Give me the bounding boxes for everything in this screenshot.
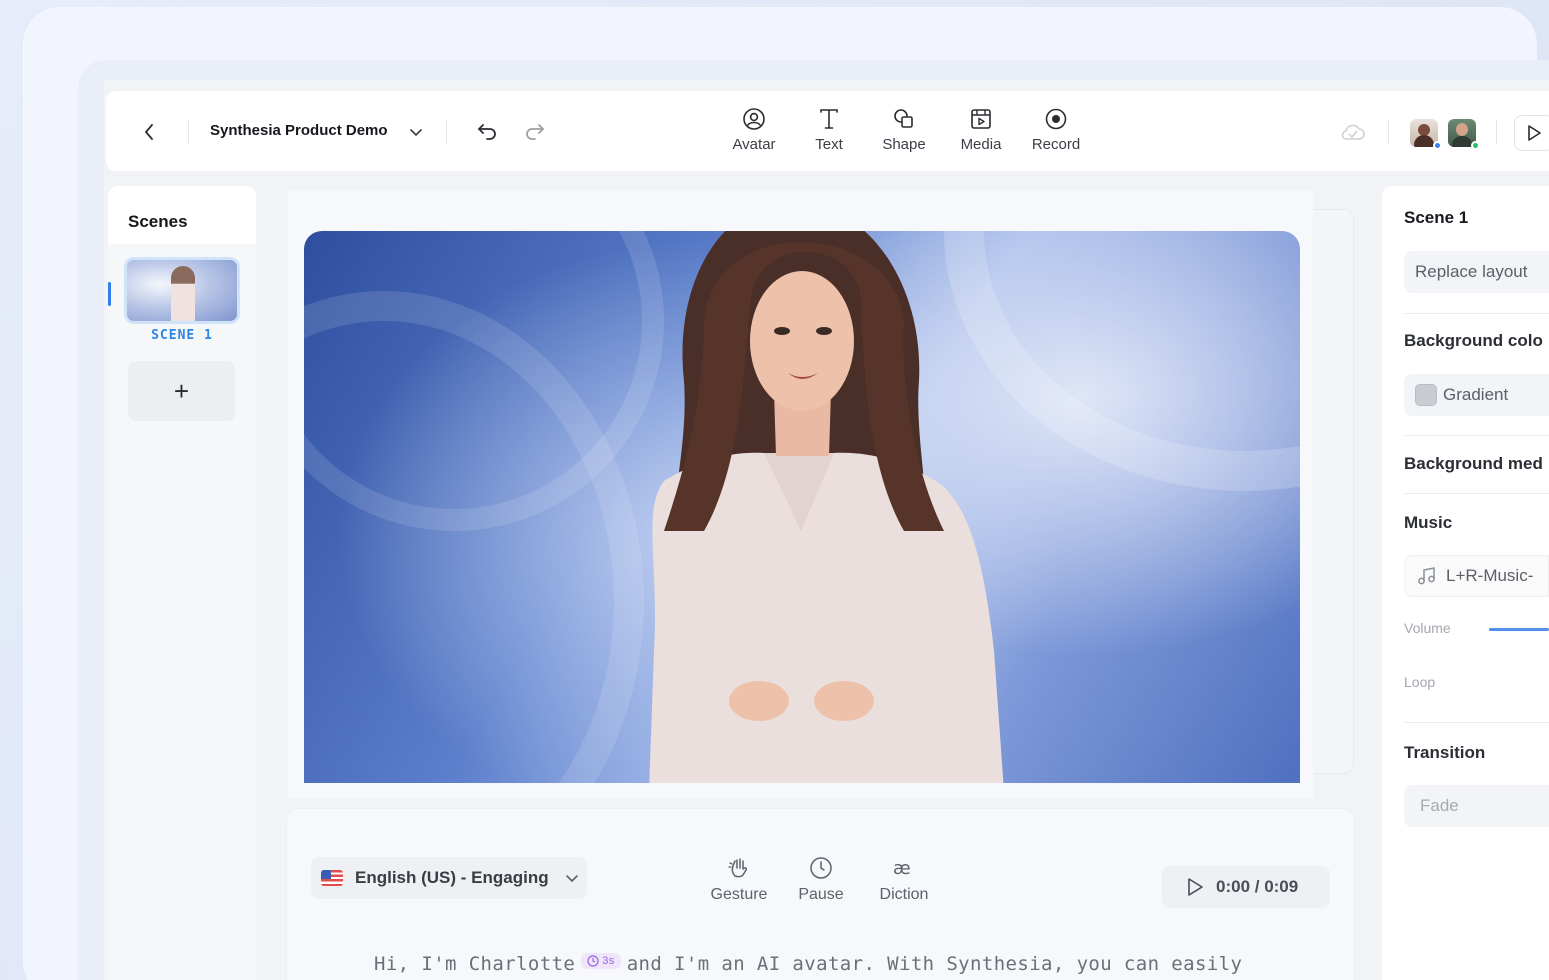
script-text[interactable]: Hi, I'm Charlotte 3s and I'm an AI avatar.… xyxy=(374,953,1242,975)
avatar-icon xyxy=(743,108,765,130)
script-text-segment: Hi, I'm Charlotte xyxy=(374,953,576,975)
undo-button[interactable] xyxy=(474,118,500,144)
scene-label[interactable]: SCENE 1 xyxy=(124,328,240,343)
script-text-segment: and I'm an AI avatar. With Synthesia, yo… xyxy=(626,953,1243,975)
voice-language-value: English (US) - Engaging xyxy=(355,868,549,887)
divider xyxy=(1496,120,1497,144)
music-track-select[interactable]: L+R-Music- xyxy=(1404,555,1549,597)
clock-icon xyxy=(587,955,599,967)
avatar-tool-button[interactable]: Avatar xyxy=(728,106,780,158)
diction-icon: æ xyxy=(893,858,911,879)
diction-button[interactable]: æ Diction xyxy=(873,855,935,904)
avatar-tool-label: Avatar xyxy=(732,136,776,153)
play-icon xyxy=(1528,125,1541,141)
shape-tool-label: Shape xyxy=(882,136,926,153)
pause-duration: 3s xyxy=(602,955,615,967)
divider xyxy=(1404,722,1549,723)
gesture-icon xyxy=(728,858,747,878)
divider xyxy=(1388,120,1389,144)
play-icon xyxy=(1188,878,1203,896)
clock-icon xyxy=(810,857,832,879)
gesture-label: Gesture xyxy=(710,886,768,903)
record-icon xyxy=(1045,108,1067,130)
preview-play-button[interactable] xyxy=(1514,115,1549,151)
transition-select[interactable]: Fade xyxy=(1404,785,1549,827)
redo-button[interactable] xyxy=(522,118,548,144)
add-scene-button[interactable]: + xyxy=(128,361,235,421)
shape-icon xyxy=(894,109,913,128)
text-icon xyxy=(820,109,838,129)
svg-text:æ: æ xyxy=(893,858,911,879)
play-preview-button[interactable]: 0:00 / 0:09 xyxy=(1162,866,1330,908)
shape-tool-button[interactable]: Shape xyxy=(878,106,930,158)
replace-layout-button[interactable]: Replace layout xyxy=(1404,251,1549,293)
online-status-dot xyxy=(1433,141,1442,150)
redo-icon xyxy=(526,124,544,140)
playback-time: 0:00 / 0:09 xyxy=(1216,877,1299,896)
project-title[interactable]: Synthesia Product Demo xyxy=(210,122,388,139)
music-note-icon xyxy=(1418,567,1435,585)
online-status-dot xyxy=(1471,141,1480,150)
divider xyxy=(1404,313,1549,314)
active-scene-indicator xyxy=(108,282,111,306)
gesture-button[interactable]: Gesture xyxy=(706,855,772,904)
media-icon xyxy=(971,109,991,129)
chevron-down-icon xyxy=(565,875,578,883)
volume-label: Volume xyxy=(1404,620,1451,636)
record-tool-button[interactable]: Record xyxy=(1028,106,1084,158)
chevron-down-icon xyxy=(410,129,422,137)
background-color-value: Gradient xyxy=(1443,385,1509,404)
undo-icon xyxy=(478,124,496,140)
diction-label: Diction xyxy=(879,886,929,903)
music-track-name: L+R-Music- xyxy=(1446,566,1534,585)
collaborator-avatar[interactable] xyxy=(1410,119,1442,150)
pause-chip[interactable]: 3s xyxy=(581,953,621,969)
pause-button[interactable]: Pause xyxy=(794,855,848,904)
voice-language-select[interactable]: English (US) - Engaging xyxy=(311,857,587,899)
media-tool-button[interactable]: Media xyxy=(956,106,1006,158)
background-media-heading: Background med xyxy=(1404,454,1543,473)
media-tool-label: Media xyxy=(960,136,1002,153)
text-tool-button[interactable]: Text xyxy=(809,106,849,158)
text-tool-label: Text xyxy=(815,136,843,153)
scene-properties-title: Scene 1 xyxy=(1404,208,1469,227)
divider xyxy=(188,120,189,144)
scene-thumbnail[interactable] xyxy=(124,257,240,324)
back-button[interactable] xyxy=(136,117,162,147)
transition-heading: Transition xyxy=(1404,743,1486,762)
collaborator-avatar[interactable] xyxy=(1448,119,1480,150)
record-tool-label: Record xyxy=(1031,136,1081,153)
project-menu-button[interactable] xyxy=(406,122,426,142)
background-color-heading: Background colo xyxy=(1404,331,1543,350)
avatar-video-preview[interactable] xyxy=(304,231,1300,783)
volume-slider[interactable] xyxy=(1489,628,1549,631)
sync-cloud-icon xyxy=(1340,121,1366,143)
color-swatch xyxy=(1415,384,1437,406)
music-heading: Music xyxy=(1404,513,1453,532)
pause-label: Pause xyxy=(798,886,844,903)
divider xyxy=(1404,493,1549,494)
chevron-left-icon xyxy=(145,124,153,140)
presenter-avatar xyxy=(649,231,1004,783)
divider xyxy=(1404,435,1549,436)
us-flag-icon xyxy=(321,870,343,886)
divider xyxy=(446,120,447,144)
background-color-select[interactable]: Gradient xyxy=(1404,374,1549,416)
loop-label: Loop xyxy=(1404,674,1436,690)
scenes-title: Scenes xyxy=(128,212,188,231)
